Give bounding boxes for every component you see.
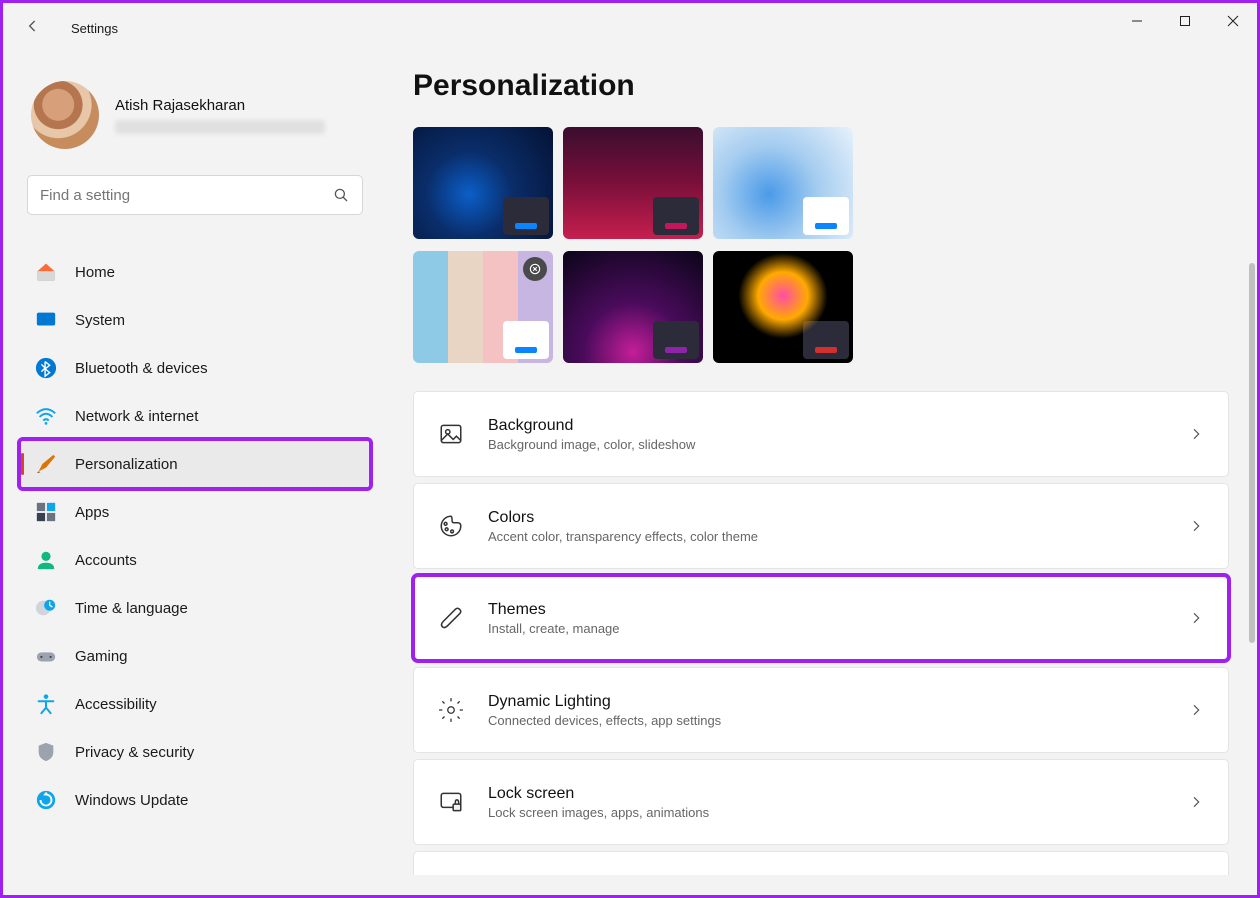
settings-item-lock-screen[interactable]: Lock screen Lock screen images, apps, an… bbox=[413, 759, 1229, 845]
theme-preview-grid bbox=[413, 127, 1229, 363]
theme-tile[interactable] bbox=[563, 127, 703, 239]
theme-tile[interactable] bbox=[413, 127, 553, 239]
sidebar-item-label: Apps bbox=[75, 504, 109, 521]
settings-item-subtitle: Background image, color, slideshow bbox=[488, 437, 1188, 452]
home-icon bbox=[35, 261, 57, 283]
gamepad-icon bbox=[35, 645, 57, 667]
chevron-right-icon bbox=[1188, 794, 1204, 810]
spotlight-icon bbox=[523, 257, 547, 281]
user-name: Atish Rajasekharan bbox=[115, 97, 325, 114]
search-input[interactable] bbox=[40, 187, 332, 204]
sidebar-item-personalization[interactable]: Personalization bbox=[21, 441, 369, 487]
bluetooth-icon bbox=[35, 357, 57, 379]
search-icon bbox=[332, 186, 350, 204]
sidebar-item-label: Bluetooth & devices bbox=[75, 360, 208, 377]
lock-monitor-icon bbox=[438, 789, 464, 815]
settings-item-title: Lock screen bbox=[488, 785, 1188, 803]
back-button[interactable] bbox=[23, 16, 47, 40]
settings-item-subtitle: Install, create, manage bbox=[488, 621, 1188, 636]
avatar bbox=[31, 81, 99, 149]
paintbrush-icon bbox=[35, 453, 57, 475]
sidebar-item-time-language[interactable]: Time & language bbox=[21, 585, 369, 631]
brush-icon bbox=[438, 605, 464, 631]
person-icon bbox=[35, 549, 57, 571]
chevron-right-icon bbox=[1188, 610, 1204, 626]
sidebar-item-label: System bbox=[75, 312, 125, 329]
palette-icon bbox=[438, 513, 464, 539]
sidebar-item-home[interactable]: Home bbox=[21, 249, 369, 295]
chevron-right-icon bbox=[1188, 702, 1204, 718]
sidebar-item-accessibility[interactable]: Accessibility bbox=[21, 681, 369, 727]
sidebar-item-label: Gaming bbox=[75, 648, 128, 665]
settings-item-title: Colors bbox=[488, 509, 1188, 527]
update-icon bbox=[35, 789, 57, 811]
user-email-blurred bbox=[115, 120, 325, 134]
app-title: Settings bbox=[71, 21, 118, 36]
sidebar-item-label: Accounts bbox=[75, 552, 137, 569]
settings-item-partial[interactable] bbox=[413, 851, 1229, 875]
search-input-container[interactable] bbox=[27, 175, 363, 215]
sidebar-item-label: Home bbox=[75, 264, 115, 281]
settings-item-subtitle: Connected devices, effects, app settings bbox=[488, 713, 1188, 728]
sidebar-item-system[interactable]: System bbox=[21, 297, 369, 343]
close-button[interactable] bbox=[1209, 3, 1257, 39]
settings-item-title: Themes bbox=[488, 601, 1188, 619]
sidebar-item-bluetooth[interactable]: Bluetooth & devices bbox=[21, 345, 369, 391]
settings-item-dynamic-lighting[interactable]: Dynamic Lighting Connected devices, effe… bbox=[413, 667, 1229, 753]
sidebar-item-network[interactable]: Network & internet bbox=[21, 393, 369, 439]
settings-item-subtitle: Lock screen images, apps, animations bbox=[488, 805, 1188, 820]
settings-item-title: Dynamic Lighting bbox=[488, 693, 1188, 711]
theme-tile[interactable] bbox=[413, 251, 553, 363]
theme-tile[interactable] bbox=[713, 251, 853, 363]
sidebar-item-gaming[interactable]: Gaming bbox=[21, 633, 369, 679]
sidebar-item-accounts[interactable]: Accounts bbox=[21, 537, 369, 583]
apps-icon bbox=[35, 501, 57, 523]
sidebar-item-label: Time & language bbox=[75, 600, 188, 617]
sidebar-item-label: Network & internet bbox=[75, 408, 198, 425]
sidebar-item-label: Windows Update bbox=[75, 792, 188, 809]
settings-item-colors[interactable]: Colors Accent color, transparency effect… bbox=[413, 483, 1229, 569]
sidebar-item-label: Personalization bbox=[75, 456, 178, 473]
theme-tile[interactable] bbox=[713, 127, 853, 239]
minimize-button[interactable] bbox=[1113, 3, 1161, 39]
accessibility-icon bbox=[35, 693, 57, 715]
theme-tile[interactable] bbox=[563, 251, 703, 363]
chevron-right-icon bbox=[1188, 426, 1204, 442]
settings-item-background[interactable]: Background Background image, color, slid… bbox=[413, 391, 1229, 477]
sidebar-item-windows-update[interactable]: Windows Update bbox=[21, 777, 369, 823]
maximize-button[interactable] bbox=[1161, 3, 1209, 39]
wifi-icon bbox=[35, 405, 57, 427]
clock-globe-icon bbox=[35, 597, 57, 619]
sidebar-item-label: Accessibility bbox=[75, 696, 157, 713]
sidebar-item-label: Privacy & security bbox=[75, 744, 194, 761]
sidebar-nav: Home System Bluetooth & devices Network … bbox=[21, 249, 369, 823]
sidebar-item-apps[interactable]: Apps bbox=[21, 489, 369, 535]
shield-icon bbox=[35, 741, 57, 763]
sparkle-icon bbox=[438, 697, 464, 723]
settings-item-title: Background bbox=[488, 417, 1188, 435]
sidebar-item-privacy[interactable]: Privacy & security bbox=[21, 729, 369, 775]
scrollbar[interactable] bbox=[1249, 263, 1255, 643]
image-icon bbox=[438, 421, 464, 447]
page-title: Personalization bbox=[413, 69, 1229, 103]
system-icon bbox=[35, 309, 57, 331]
user-profile[interactable]: Atish Rajasekharan bbox=[21, 73, 369, 175]
chevron-right-icon bbox=[1188, 518, 1204, 534]
settings-item-themes[interactable]: Themes Install, create, manage bbox=[413, 575, 1229, 661]
settings-item-subtitle: Accent color, transparency effects, colo… bbox=[488, 529, 1188, 544]
